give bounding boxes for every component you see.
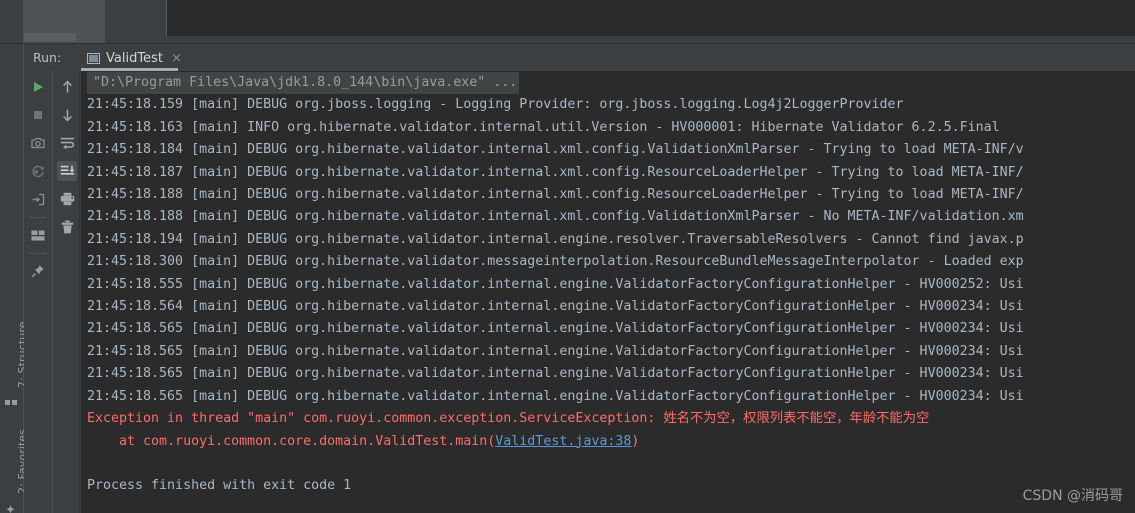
camera-icon bbox=[31, 137, 45, 149]
print-icon bbox=[60, 192, 74, 206]
print-button[interactable] bbox=[57, 189, 77, 209]
export-icon bbox=[32, 193, 45, 205]
stack-trace-link[interactable]: ValidTest.java:38 bbox=[495, 434, 631, 449]
trash-icon bbox=[61, 220, 73, 234]
stack-trace-prefix: at com.ruoyi.common.core.domain.ValidTes… bbox=[87, 433, 496, 449]
console-log-line: 21:45:18.188 [main] DEBUG org.hibernate.… bbox=[87, 187, 1024, 203]
scroll-to-end-icon bbox=[60, 165, 74, 175]
console-log-line: 21:45:18.555 [main] DEBUG org.hibernate.… bbox=[87, 276, 1024, 292]
run-tab-label: ValidTest bbox=[106, 51, 163, 66]
restart-button[interactable] bbox=[28, 161, 48, 181]
layout-button[interactable] bbox=[28, 225, 48, 245]
editor-tab-inactive[interactable] bbox=[105, 0, 167, 36]
command-line-text: "D:\Program Files\Java\jdk1.8.0_144\bin\… bbox=[87, 72, 520, 95]
toolbar-divider bbox=[29, 253, 47, 254]
stop-icon bbox=[34, 111, 42, 119]
console-log-line: 21:45:18.188 [main] DEBUG org.hibernate.… bbox=[87, 209, 1024, 225]
watermark: CSDN @消码哥 bbox=[1022, 488, 1123, 504]
console-exit-message: Process finished with exit code 1 bbox=[87, 478, 352, 494]
run-tool-window-header: Run: ValidTest × bbox=[24, 44, 1135, 71]
down-the-stack-trace-button[interactable] bbox=[57, 105, 77, 125]
play-icon bbox=[34, 82, 43, 92]
stop-button[interactable] bbox=[28, 105, 48, 125]
pin-tab-button[interactable] bbox=[28, 261, 48, 281]
console-stack-trace-line: at com.ruoyi.common.core.domain.ValidTes… bbox=[81, 431, 1135, 453]
console-log-line: 21:45:18.187 [main] DEBUG org.hibernate.… bbox=[87, 164, 1024, 180]
export-button[interactable] bbox=[28, 189, 48, 209]
editor-tab-strip bbox=[0, 0, 1135, 44]
console-log-line: 21:45:18.159 [main] DEBUG org.jboss.logg… bbox=[87, 97, 904, 113]
arrow-up-icon bbox=[62, 80, 72, 93]
close-icon[interactable]: × bbox=[169, 52, 182, 65]
console-output[interactable]: "D:\Program Files\Java\jdk1.8.0_144\bin\… bbox=[81, 71, 1135, 513]
layout-icon bbox=[31, 230, 45, 240]
console-log-line: 21:45:18.565 [main] DEBUG org.hibernate.… bbox=[87, 321, 1024, 337]
console-log-line: 21:45:18.564 [main] DEBUG org.hibernate.… bbox=[87, 299, 1024, 315]
editor-gutter-divider bbox=[23, 0, 24, 44]
clear-all-button[interactable] bbox=[57, 217, 77, 237]
console-command-line: "D:\Program Files\Java\jdk1.8.0_144\bin\… bbox=[81, 72, 1135, 95]
editor-area-remnant bbox=[167, 0, 1135, 36]
console-log-line: 21:45:18.184 [main] DEBUG org.hibernate.… bbox=[87, 142, 1024, 158]
pin-icon bbox=[31, 265, 44, 278]
toolbar-divider bbox=[29, 217, 47, 218]
scroll-to-end-button[interactable] bbox=[57, 161, 77, 181]
console-icon bbox=[87, 53, 100, 64]
console-log-line: 21:45:18.565 [main] DEBUG org.hibernate.… bbox=[87, 388, 1024, 404]
star-icon: ✦ bbox=[5, 503, 16, 513]
editor-left-gutter bbox=[0, 0, 24, 44]
structure-icon bbox=[5, 397, 18, 410]
console-log-line: 21:45:18.565 [main] DEBUG org.hibernate.… bbox=[87, 366, 1024, 382]
arrow-down-icon bbox=[62, 109, 72, 122]
console-log-line: 21:45:18.300 [main] DEBUG org.hibernate.… bbox=[87, 254, 1024, 270]
soft-wrap-button[interactable] bbox=[57, 133, 77, 153]
editor-scrollbar-thumb[interactable] bbox=[24, 33, 76, 41]
console-exception-line: Exception in thread "main" com.ruoyi.com… bbox=[87, 411, 930, 427]
run-title: Run: bbox=[33, 50, 62, 65]
soft-wrap-icon bbox=[60, 137, 74, 149]
screenshot-button[interactable] bbox=[28, 133, 48, 153]
run-toolbar-primary bbox=[24, 71, 52, 513]
console-log-line: 21:45:18.163 [main] INFO org.hibernate.v… bbox=[87, 119, 1000, 135]
run-toolbar-secondary bbox=[52, 71, 80, 513]
stack-trace-suffix: ) bbox=[631, 433, 640, 449]
console-log-line: 21:45:18.194 [main] DEBUG org.hibernate.… bbox=[87, 231, 1024, 247]
rerun-icon bbox=[32, 165, 44, 177]
left-tool-window-bar: 7: Structure ✦ 2: Favorites bbox=[0, 44, 29, 513]
up-the-stack-trace-button[interactable] bbox=[57, 77, 77, 97]
editor-tab-separator bbox=[166, 0, 167, 36]
rerun-button[interactable] bbox=[28, 77, 48, 97]
console-log-line: 21:45:18.565 [main] DEBUG org.hibernate.… bbox=[87, 343, 1024, 359]
